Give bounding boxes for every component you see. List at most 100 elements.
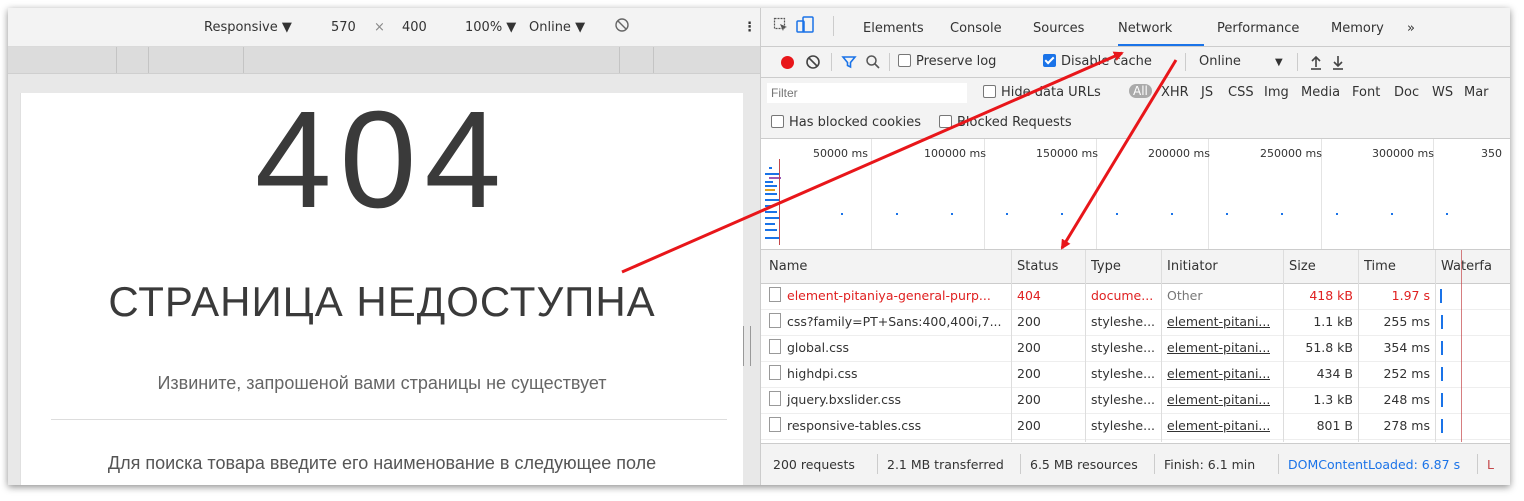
cell-name: jquery.bxslider.css [769, 387, 1007, 413]
rotate-icon[interactable] [614, 17, 630, 37]
type-filter-js[interactable]: JS [1201, 85, 1213, 100]
table-row[interactable]: jquery.bxslider.css 200 styleshe... element… [761, 387, 1510, 414]
inspect-element-icon[interactable] [773, 17, 789, 36]
tab-memory[interactable]: Memory [1331, 21, 1384, 36]
cell-initiator[interactable]: element-pitani... [1167, 335, 1270, 361]
cell-text: 1.97 s [1391, 288, 1430, 303]
type-filter-media[interactable]: Media [1301, 85, 1340, 100]
load-event-line [1461, 250, 1462, 442]
error-code: 404 [254, 93, 510, 237]
cell-text: styleshe... [1091, 418, 1156, 433]
network-throttle-select[interactable]: Online ▼ [529, 20, 585, 35]
type-filter-ws[interactable]: WS [1432, 85, 1453, 100]
cell-time: 354 ms [1364, 335, 1430, 361]
has-blocked-cookies-checkbox[interactable]: Has blocked cookies [771, 115, 921, 130]
checkbox-unchecked-icon [983, 85, 996, 98]
checkbox-unchecked-icon [898, 54, 911, 67]
cell-text: 200 [1017, 314, 1041, 329]
type-filter-manifest[interactable]: Mar [1464, 85, 1489, 100]
device-toolbar-toggle-icon[interactable] [796, 16, 814, 37]
tab-more[interactable]: » [1407, 21, 1415, 36]
disable-cache-checkbox[interactable]: Disable cache [1043, 54, 1152, 69]
tab-elements[interactable]: Elements [863, 21, 924, 36]
file-icon [769, 287, 781, 302]
search-icon[interactable] [865, 54, 881, 74]
filter-input[interactable] [767, 83, 967, 103]
toolbar-separator [889, 53, 890, 71]
cell-initiator[interactable]: element-pitani... [1167, 387, 1270, 413]
column-type[interactable]: Type [1091, 250, 1121, 283]
timeline-label: 250000 ms [1260, 147, 1322, 160]
load-time: L [1487, 457, 1494, 472]
column-separator [1358, 250, 1359, 442]
checkbox-unchecked-icon [771, 115, 784, 128]
device-height-input[interactable]: 400 [402, 20, 427, 35]
type-filter-css[interactable]: CSS [1228, 85, 1254, 100]
table-row[interactable]: global.css 200 styleshe... element-pitani..… [761, 335, 1510, 362]
cell-text: 404 [1017, 288, 1041, 303]
throttle-select[interactable]: Online ▼ [1199, 54, 1283, 69]
timeline-label: 100000 ms [924, 147, 986, 160]
column-status[interactable]: Status [1017, 250, 1058, 283]
cell-text: 278 ms [1383, 418, 1430, 433]
toolbar-separator [831, 53, 832, 71]
tab-console[interactable]: Console [950, 21, 1002, 36]
clear-icon[interactable] [805, 54, 821, 74]
type-filter-all[interactable]: All [1129, 84, 1152, 99]
cell-text: 252 ms [1383, 366, 1430, 381]
table-row[interactable]: highdpi.css 200 styleshe... element-pitani.… [761, 361, 1510, 388]
throttle-label: Online [1199, 54, 1241, 69]
dom-content-loaded: DOMContentLoaded: 6.87 s [1288, 457, 1461, 472]
tab-performance[interactable]: Performance [1217, 21, 1299, 36]
cell-initiator[interactable]: element-pitani... [1167, 361, 1270, 387]
request-count: 200 requests [773, 457, 855, 472]
filter-icon[interactable] [841, 54, 857, 74]
import-har-icon[interactable] [1309, 54, 1323, 74]
tab-network[interactable]: Network [1118, 21, 1172, 36]
cell-initiator[interactable]: element-pitani... [1167, 413, 1270, 439]
type-filter-img[interactable]: Img [1264, 85, 1289, 100]
export-har-icon[interactable] [1331, 54, 1345, 74]
cell-text: 1.1 kB [1313, 314, 1353, 329]
zoom-select[interactable]: 100% ▼ [465, 20, 516, 35]
table-row[interactable]: element-pitaniya-general-purp... 404 docum… [761, 283, 1510, 310]
cell-text: 200 [1017, 366, 1041, 381]
cell-type: styleshe... [1091, 309, 1155, 335]
type-filter-xhr[interactable]: XHR [1161, 85, 1189, 100]
table-row[interactable]: responsive-tables.css 200 styleshe... eleme… [761, 413, 1510, 440]
record-icon[interactable] [781, 56, 794, 69]
waterfall-bar [1441, 419, 1443, 433]
file-icon [769, 391, 781, 406]
preserve-log-label: Preserve log [916, 54, 997, 69]
cell-initiator[interactable]: element-pitani... [1167, 309, 1270, 335]
device-width-input[interactable]: 570 [331, 20, 356, 35]
table-row[interactable]: css?family=PT+Sans:400,400i,7... 200 style… [761, 309, 1510, 336]
column-name[interactable]: Name [769, 250, 807, 283]
cell-text: 200 [1017, 340, 1041, 355]
column-initiator[interactable]: Initiator [1167, 250, 1218, 283]
request-name: highdpi.css [787, 366, 858, 381]
blocked-requests-checkbox[interactable]: Blocked Requests [939, 115, 1072, 130]
column-size[interactable]: Size [1289, 250, 1316, 283]
chevron-down-icon: ▼ [1274, 57, 1283, 68]
viewport-resize-handle[interactable] [743, 326, 751, 366]
cell-status: 404 [1017, 283, 1041, 309]
network-status-bar: 200 requests 2.1 MB transferred 6.5 MB r… [761, 443, 1510, 485]
cell-time: 255 ms [1364, 309, 1430, 335]
preserve-log-checkbox[interactable]: Preserve log [898, 54, 996, 69]
cell-time: 1.97 s [1364, 283, 1430, 309]
tabbar-separator [833, 16, 834, 36]
network-overview-timeline[interactable]: 50000 ms 100000 ms 150000 ms 200000 ms 2… [761, 139, 1510, 250]
cell-text: 248 ms [1383, 392, 1430, 407]
cell-text: 255 ms [1383, 314, 1430, 329]
tab-sources[interactable]: Sources [1033, 21, 1084, 36]
hide-data-urls-checkbox[interactable]: Hide data URLs [983, 85, 1101, 100]
column-time[interactable]: Time [1364, 250, 1396, 283]
devtools-tabbar: Elements Console Sources Network Perform… [761, 8, 1510, 47]
type-filter-doc[interactable]: Doc [1394, 85, 1419, 100]
column-waterfall[interactable]: Waterfa [1441, 250, 1492, 283]
type-filter-font[interactable]: Font [1352, 85, 1380, 100]
more-options-icon[interactable]: ⋮ [743, 20, 756, 35]
error-subtitle: Извините, запрошеной вами страницы не су… [157, 373, 607, 393]
device-mode-select[interactable]: Responsive ▼ [204, 20, 292, 35]
